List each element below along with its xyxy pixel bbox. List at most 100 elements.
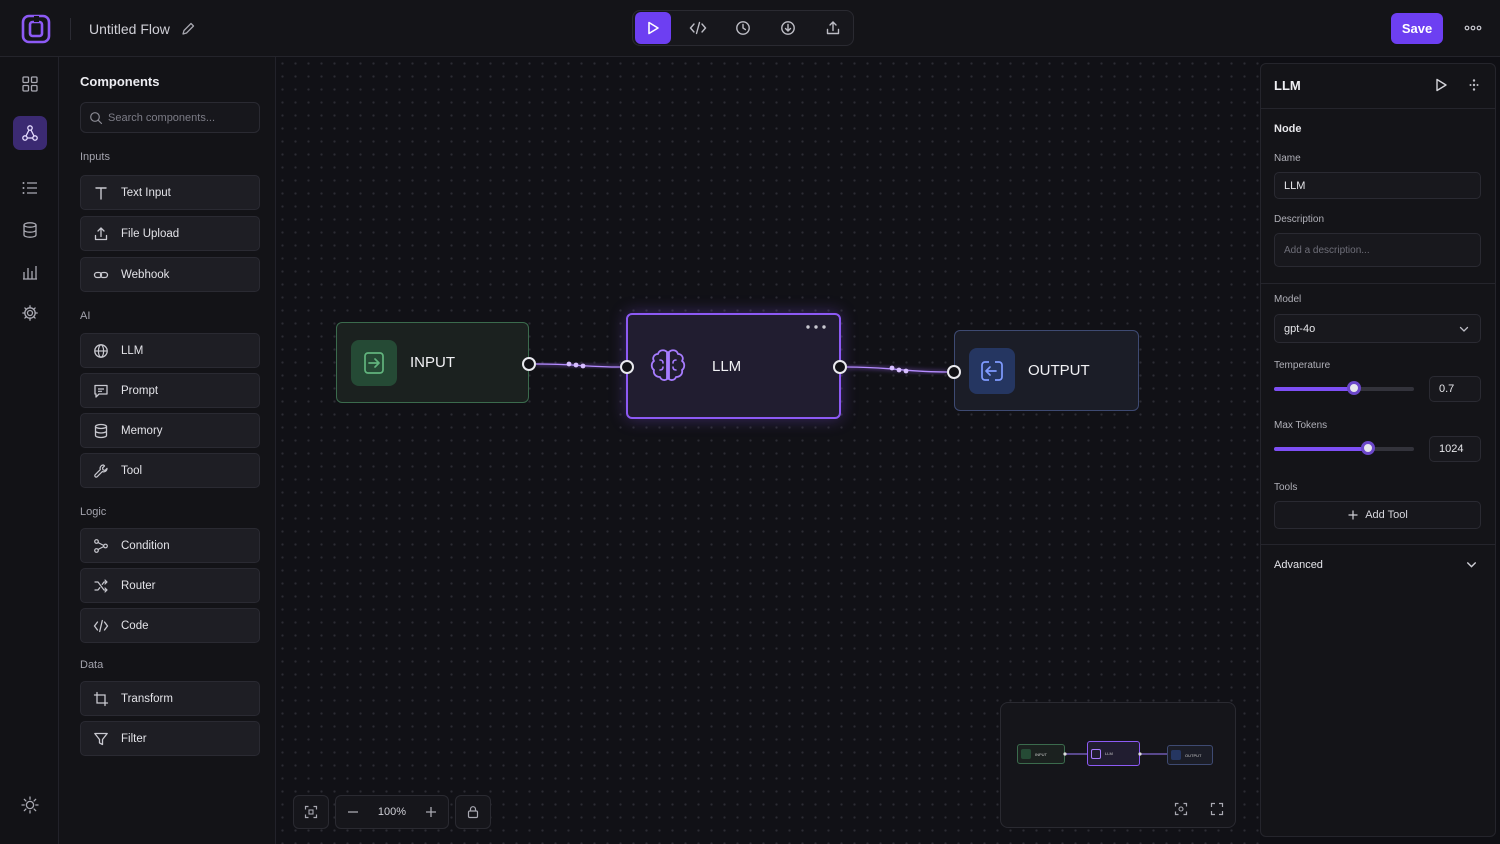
- component-label: Prompt: [121, 384, 159, 397]
- sun-icon[interactable]: [20, 795, 40, 815]
- search-input[interactable]: [108, 111, 258, 124]
- rail-item-flows[interactable]: [13, 116, 47, 150]
- minimap-fullscreen-button[interactable]: [1206, 798, 1228, 820]
- components-panel: Components Inputs Text Input File Upload…: [59, 57, 276, 844]
- component-router[interactable]: Router: [80, 568, 260, 603]
- llm-input-handle[interactable]: [620, 360, 634, 374]
- max-tokens-slider[interactable]: [1274, 441, 1414, 455]
- component-text-input[interactable]: Text Input: [80, 175, 260, 210]
- lock-icon: [456, 796, 490, 828]
- minimap[interactable]: INPUT LLM OUTPUT: [1000, 702, 1236, 828]
- flow-title[interactable]: Untitled Flow: [89, 21, 170, 37]
- fit-view-button[interactable]: [293, 795, 329, 829]
- edge-llm-output[interactable]: [846, 365, 948, 374]
- zoom-in-button[interactable]: [414, 796, 448, 828]
- globe-icon: [93, 343, 109, 359]
- component-label: Webhook: [121, 268, 170, 281]
- input-output-handle[interactable]: [522, 357, 536, 371]
- rail-item-dashboard[interactable]: [13, 67, 47, 101]
- output-input-handle[interactable]: [947, 365, 961, 379]
- slider-thumb[interactable]: [1361, 441, 1375, 455]
- download-icon: [780, 20, 796, 36]
- chevron-down-icon[interactable]: [1465, 558, 1478, 571]
- component-filter[interactable]: Filter: [80, 721, 260, 756]
- code-icon: [689, 20, 707, 36]
- component-label: File Upload: [121, 227, 180, 240]
- component-llm[interactable]: LLM: [80, 333, 260, 368]
- component-webhook[interactable]: Webhook: [80, 257, 260, 292]
- llm-output-handle[interactable]: [833, 360, 847, 374]
- play-icon: [645, 20, 661, 36]
- flow-canvas[interactable]: INPUT LLM OUTPUT 100% INPUT LLM OUTPUT: [276, 57, 1260, 844]
- rail-item-settings[interactable]: [13, 296, 47, 330]
- temperature-value[interactable]: 0.7: [1429, 376, 1481, 402]
- component-label: Tool: [121, 464, 143, 477]
- component-file-upload[interactable]: File Upload: [80, 216, 260, 251]
- play-icon[interactable]: [1433, 77, 1449, 93]
- history-button[interactable]: [725, 12, 761, 44]
- section-node: Node: [1274, 123, 1302, 135]
- app-logo-icon[interactable]: [20, 13, 52, 45]
- minimap-focus-button[interactable]: [1170, 798, 1192, 820]
- temperature-slider[interactable]: [1274, 381, 1414, 395]
- model-label: Model: [1274, 294, 1302, 305]
- component-prompt[interactable]: Prompt: [80, 373, 260, 408]
- advanced-section[interactable]: Advanced: [1274, 559, 1323, 571]
- component-memory[interactable]: Memory: [80, 413, 260, 448]
- node-output[interactable]: OUTPUT: [954, 330, 1139, 411]
- focus-icon: [1174, 802, 1188, 816]
- code-icon: [93, 618, 109, 634]
- max-tokens-value[interactable]: 1024: [1429, 436, 1481, 462]
- slider-fill: [1274, 447, 1368, 451]
- component-label: Code: [121, 619, 149, 632]
- save-button[interactable]: Save: [1391, 13, 1443, 44]
- max-tokens-label: Max Tokens: [1274, 420, 1328, 431]
- text-icon: [93, 185, 109, 201]
- link-icon: [93, 267, 109, 283]
- component-code[interactable]: Code: [80, 608, 260, 643]
- temperature-label: Temperature: [1274, 360, 1331, 371]
- zoom-out-button[interactable]: [336, 796, 370, 828]
- component-condition[interactable]: Condition: [80, 528, 260, 563]
- run-button[interactable]: [635, 12, 671, 44]
- component-transform[interactable]: Transform: [80, 681, 260, 716]
- rail-item-analytics[interactable]: [13, 255, 47, 289]
- download-button[interactable]: [770, 12, 806, 44]
- export-button[interactable]: [815, 12, 851, 44]
- header-divider: [70, 18, 71, 40]
- code-view-button[interactable]: [680, 12, 716, 44]
- component-label: Text Input: [121, 186, 171, 199]
- more-options-icon[interactable]: [1462, 18, 1484, 38]
- component-label: Condition: [121, 539, 170, 552]
- slider-thumb[interactable]: [1347, 381, 1361, 395]
- name-field[interactable]: [1274, 172, 1481, 199]
- rail-item-runs[interactable]: [13, 171, 47, 205]
- name-label: Name: [1274, 153, 1301, 164]
- tools-label: Tools: [1274, 482, 1298, 493]
- node-input[interactable]: INPUT: [336, 322, 529, 403]
- component-label: Memory: [121, 424, 163, 437]
- plus-icon: [424, 805, 438, 819]
- more-options-icon[interactable]: [803, 320, 829, 334]
- shuffle-icon: [93, 578, 109, 594]
- component-label: Transform: [121, 692, 173, 705]
- description-field[interactable]: [1274, 233, 1481, 267]
- model-select[interactable]: gpt-4o: [1274, 314, 1481, 343]
- chart-icon: [21, 263, 39, 281]
- component-label: Router: [121, 579, 156, 592]
- pencil-icon[interactable]: [180, 21, 196, 37]
- edge-input-llm[interactable]: [535, 361, 621, 369]
- rail-item-data[interactable]: [13, 213, 47, 247]
- lock-button[interactable]: [455, 795, 491, 829]
- component-search[interactable]: [80, 102, 260, 133]
- exit-icon: [969, 347, 1015, 394]
- node-llm[interactable]: LLM: [626, 313, 841, 419]
- add-tool-button[interactable]: Add Tool: [1274, 501, 1481, 529]
- group-label-logic: Logic: [80, 506, 107, 518]
- slider-fill: [1274, 387, 1354, 391]
- node-title: INPUT: [410, 354, 455, 371]
- fit-view-icon: [294, 796, 328, 828]
- node-title: LLM: [712, 357, 742, 375]
- component-tool[interactable]: Tool: [80, 453, 260, 488]
- more-vertical-icon[interactable]: [1466, 77, 1482, 93]
